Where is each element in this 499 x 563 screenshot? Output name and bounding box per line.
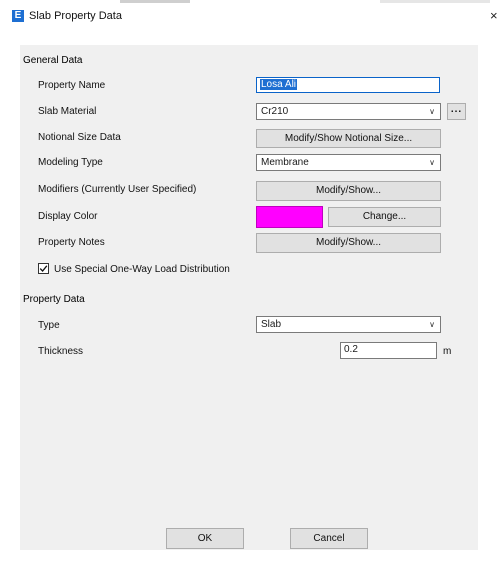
thickness-input[interactable]: 0.2: [340, 342, 437, 359]
partial-text-fragment: [380, 0, 490, 3]
display-color-label: Display Color: [38, 211, 98, 222]
type-label: Type: [38, 320, 60, 331]
slab-material-label: Slab Material: [38, 106, 97, 117]
check-icon: [39, 265, 48, 272]
property-name-value: Losa Ali: [260, 79, 298, 90]
slab-material-select[interactable]: Cr210 ∨: [256, 103, 441, 120]
property-name-input[interactable]: Losa Ali: [256, 77, 440, 93]
property-name-label: Property Name: [38, 80, 106, 91]
window-title: Slab Property Data: [29, 10, 122, 22]
slab-material-more-button[interactable]: ...: [447, 103, 466, 120]
notional-size-label: Notional Size Data: [38, 132, 121, 143]
title-bar: E Slab Property Data ×: [0, 6, 499, 26]
thickness-value: 0.2: [344, 344, 358, 355]
cancel-button[interactable]: Cancel: [290, 528, 368, 549]
display-color-swatch: [256, 206, 323, 228]
modifiers-label: Modifiers (Currently User Specified): [38, 184, 197, 195]
one-way-label: Use Special One-Way Load Distribution: [54, 264, 230, 275]
chevron-down-icon: ∨: [429, 158, 435, 167]
type-value: Slab: [261, 319, 282, 330]
thickness-unit: m: [443, 346, 452, 357]
modeling-type-label: Modeling Type: [38, 157, 103, 168]
dialog-body: General Data Property Name Losa Ali Slab…: [20, 45, 478, 550]
close-icon[interactable]: ×: [490, 8, 498, 23]
one-way-checkbox[interactable]: [38, 263, 49, 274]
slab-material-value: Cr210: [261, 106, 289, 117]
change-color-button[interactable]: Change...: [328, 207, 441, 227]
property-notes-button[interactable]: Modify/Show...: [256, 233, 441, 253]
modeling-type-select[interactable]: Membrane ∨: [256, 154, 441, 171]
modeling-type-value: Membrane: [261, 157, 309, 168]
type-select[interactable]: Slab ∨: [256, 316, 441, 333]
ok-button[interactable]: OK: [166, 528, 244, 549]
property-data-heading: Property Data: [23, 294, 85, 305]
partial-text-fragment: [120, 0, 190, 3]
property-notes-label: Property Notes: [38, 237, 105, 248]
general-data-heading: General Data: [23, 55, 83, 66]
chevron-down-icon: ∨: [429, 320, 435, 329]
modifiers-button[interactable]: Modify/Show...: [256, 181, 441, 201]
chevron-down-icon: ∨: [429, 107, 435, 116]
thickness-label: Thickness: [38, 346, 84, 357]
etabs-app-icon: E: [12, 10, 24, 22]
notional-size-button[interactable]: Modify/Show Notional Size...: [256, 129, 441, 148]
